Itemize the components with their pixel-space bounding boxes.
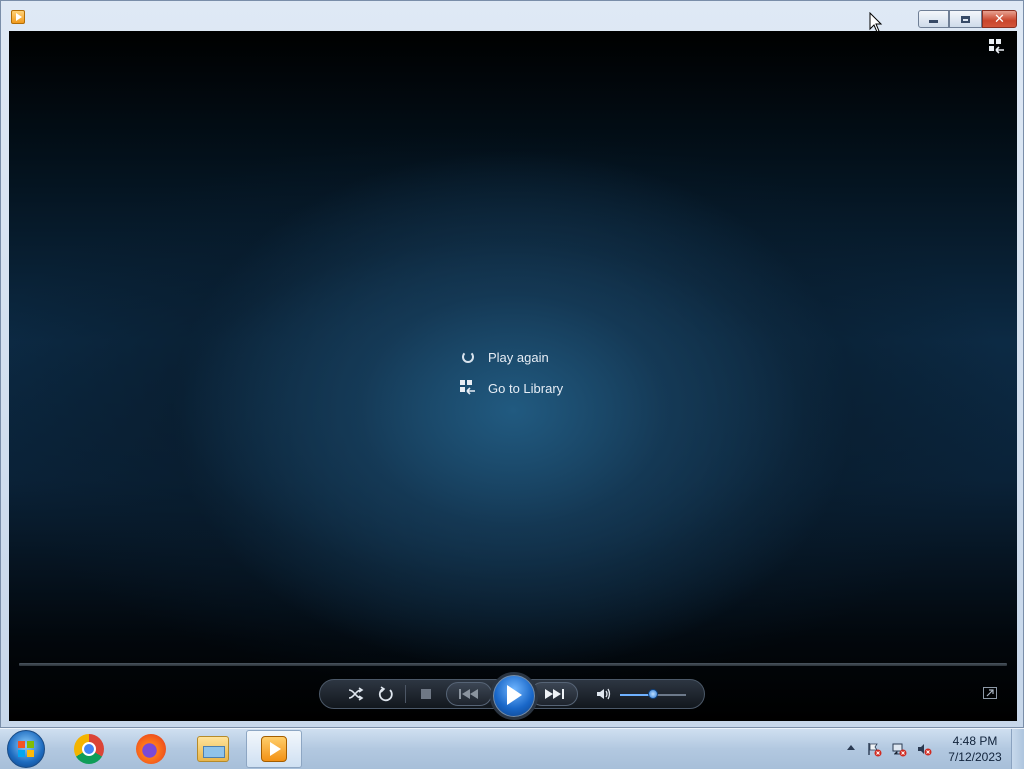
- previous-icon: [459, 689, 478, 699]
- speaker-icon: [597, 688, 611, 700]
- taskbar-explorer[interactable]: [185, 730, 241, 768]
- system-clock[interactable]: 4:48 PM 7/12/2023: [935, 733, 1015, 765]
- show-hidden-icons-icon[interactable]: [847, 745, 855, 750]
- media-player-window: ✕ Play again Go to Library: [0, 0, 1024, 728]
- show-desktop-button[interactable]: [1011, 729, 1024, 769]
- minimize-button[interactable]: [918, 10, 949, 28]
- clock-date: 7/12/2023: [948, 750, 1002, 764]
- maximize-button[interactable]: [949, 10, 982, 28]
- volume-slider-thumb[interactable]: [648, 689, 658, 699]
- seek-bar[interactable]: [19, 663, 1007, 666]
- shuffle-icon: [348, 687, 364, 701]
- close-icon: ✕: [994, 11, 1005, 27]
- volume-muted-icon[interactable]: [916, 741, 932, 757]
- fullscreen-icon[interactable]: [983, 687, 997, 699]
- play-button[interactable]: [490, 672, 538, 720]
- library-icon: [460, 380, 476, 396]
- network-icon[interactable]: [891, 741, 907, 757]
- play-again-label: Play again: [488, 349, 549, 365]
- replay-icon: [460, 349, 476, 365]
- next-icon: [545, 689, 564, 699]
- taskbar: 4:48 PM 7/12/2023: [0, 728, 1024, 769]
- start-button[interactable]: [7, 730, 45, 768]
- mute-button[interactable]: [594, 685, 614, 703]
- playback-controls: [319, 672, 705, 720]
- repeat-icon: [378, 686, 393, 702]
- folder-icon: [197, 736, 229, 762]
- media-player-app-icon[interactable]: [11, 10, 25, 24]
- repeat-button[interactable]: [376, 685, 396, 703]
- controls-divider: [405, 685, 406, 703]
- switch-to-library-icon[interactable]: [989, 39, 1005, 55]
- go-to-library-label: Go to Library: [488, 380, 564, 396]
- firefox-icon: [136, 734, 166, 764]
- now-playing-area: Play again Go to Library: [9, 31, 1017, 721]
- stop-button[interactable]: [416, 685, 436, 703]
- minimize-icon: [929, 20, 938, 23]
- chrome-icon: [74, 734, 104, 764]
- mouse-cursor-icon: [869, 12, 883, 33]
- media-player-icon: [261, 736, 287, 762]
- taskbar-firefox[interactable]: [123, 730, 179, 768]
- action-center-flag-icon[interactable]: [866, 741, 882, 757]
- go-to-library-link[interactable]: Go to Library: [460, 380, 563, 396]
- taskbar-chrome[interactable]: [61, 730, 117, 768]
- previous-button[interactable]: [446, 682, 492, 706]
- close-button[interactable]: ✕: [982, 10, 1017, 28]
- taskbar-media-player[interactable]: [246, 730, 302, 768]
- play-again-link[interactable]: Play again: [460, 349, 549, 365]
- maximize-icon: [961, 15, 970, 23]
- clock-time: 4:48 PM: [952, 734, 998, 748]
- shuffle-button[interactable]: [346, 685, 366, 703]
- stop-icon: [421, 689, 431, 699]
